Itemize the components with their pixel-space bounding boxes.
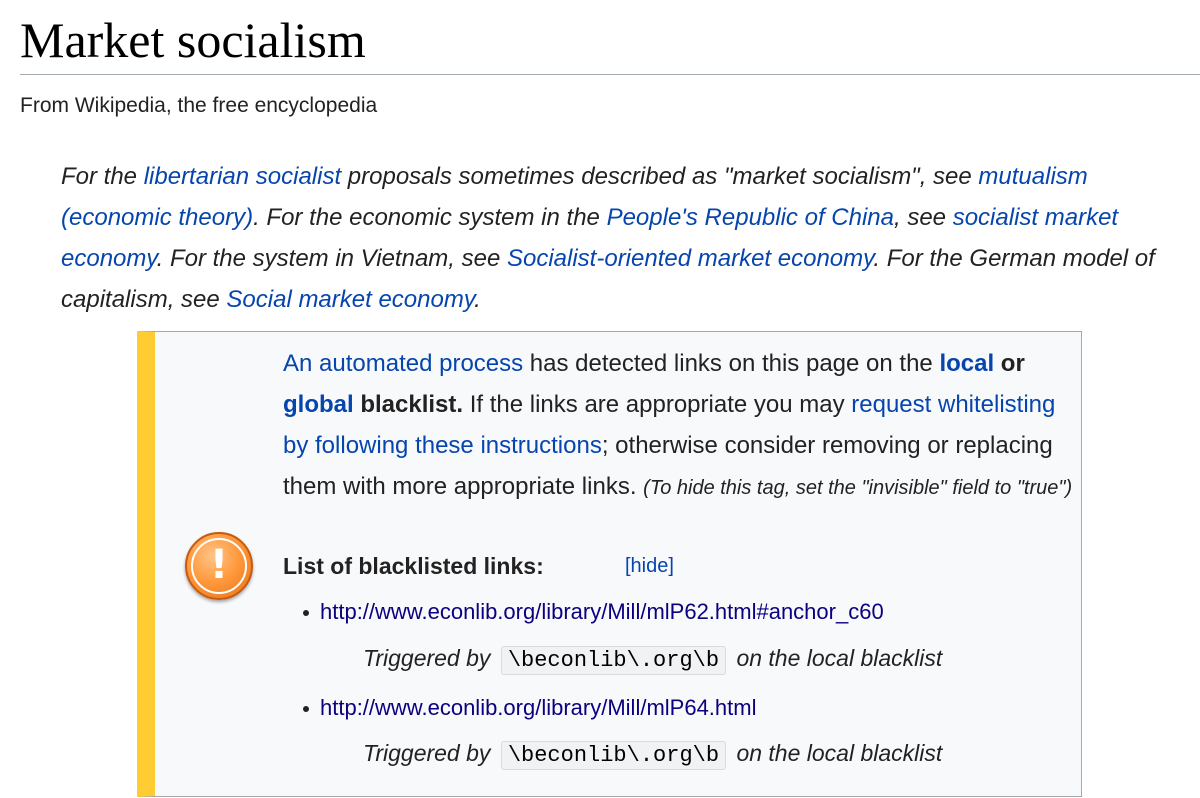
page-tagline: From Wikipedia, the free encyclopedia bbox=[20, 94, 378, 117]
hatnote-text: proposals sometimes described as "market… bbox=[341, 163, 979, 190]
hatnote: For the libertarian socialist proposals … bbox=[61, 156, 1191, 320]
hatnote-text: For the bbox=[61, 163, 144, 190]
list-item: http://www.econlib.org/library/Mill/mlP6… bbox=[303, 693, 756, 723]
hatnote-text: . For the economic system in the bbox=[253, 204, 607, 231]
trigger-label: Triggered by bbox=[363, 645, 491, 671]
blacklisted-links-heading: List of blacklisted links: bbox=[283, 553, 544, 579]
trigger-source: on the local blacklist bbox=[736, 740, 943, 766]
notice-text-part: If the links are appropriate you may bbox=[463, 391, 852, 418]
hatnote-text: . bbox=[474, 286, 481, 313]
trigger-label: Triggered by bbox=[363, 740, 491, 766]
libertarian-socialist-link[interactable]: libertarian socialist bbox=[144, 163, 341, 190]
hide-tag-hint: (To hide this tag, set the "invisible" f… bbox=[643, 477, 1073, 499]
automated-process-link[interactable]: An automated process bbox=[283, 350, 523, 377]
notice-or: or bbox=[994, 350, 1025, 377]
trigger-source: on the local blacklist bbox=[736, 645, 943, 671]
notice-text-part: has detected links on this page on the bbox=[523, 350, 940, 377]
local-blacklist-link[interactable]: local bbox=[939, 350, 994, 377]
social-market-economy-link[interactable]: Social market economy bbox=[226, 286, 474, 313]
warning-exclamation-icon: ! bbox=[185, 532, 253, 600]
title-divider bbox=[20, 74, 1200, 75]
hide-toggle-link[interactable]: [hide] bbox=[625, 551, 674, 581]
hatnote-text: , see bbox=[894, 204, 953, 231]
socialist-oriented-market-economy-link[interactable]: Socialist-oriented market economy bbox=[507, 245, 873, 272]
trigger-note: Triggered by \beconlib\.org\b on the loc… bbox=[363, 640, 942, 679]
blacklisted-url-link[interactable]: http://www.econlib.org/library/Mill/mlP6… bbox=[320, 599, 884, 624]
hatnote-text: . For the system in Vietnam, see bbox=[156, 245, 507, 272]
blacklisted-url-link[interactable]: http://www.econlib.org/library/Mill/mlP6… bbox=[320, 695, 756, 720]
list-item: http://www.econlib.org/library/Mill/mlP6… bbox=[303, 597, 884, 627]
bullet-icon bbox=[303, 610, 309, 617]
trigger-regex: \beconlib\.org\b bbox=[500, 646, 727, 675]
page-title: Market socialism bbox=[20, 12, 366, 68]
exclamation-glyph: ! bbox=[209, 542, 229, 588]
trigger-note: Triggered by \beconlib\.org\b on the loc… bbox=[363, 735, 942, 774]
bullet-icon bbox=[303, 706, 309, 713]
notice-blacklist-word: blacklist. bbox=[353, 391, 464, 418]
trigger-regex: \beconlib\.org\b bbox=[500, 741, 727, 770]
prc-link[interactable]: People's Republic of China bbox=[607, 204, 894, 231]
global-blacklist-link[interactable]: global bbox=[283, 391, 354, 418]
notice-text: An automated process has detected links … bbox=[283, 343, 1073, 509]
